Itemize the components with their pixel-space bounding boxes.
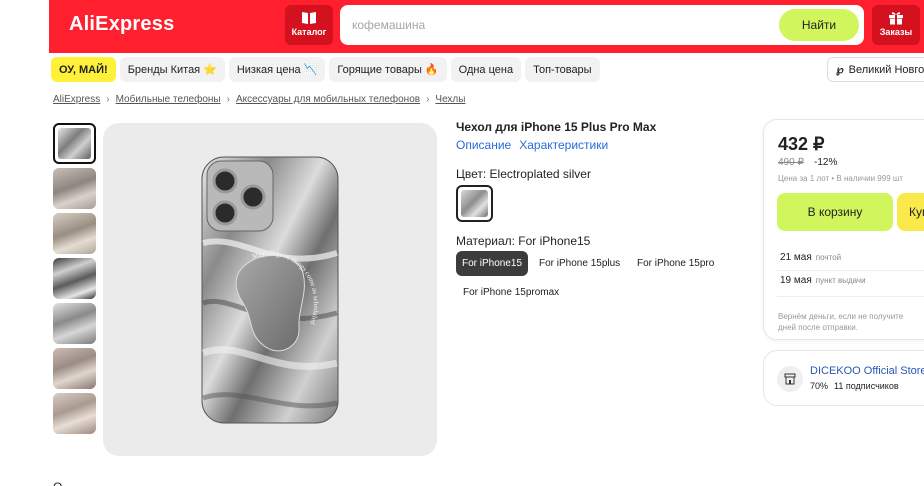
promo-chip-label: Одна цена — [458, 63, 514, 76]
divider — [777, 270, 924, 271]
book-icon — [302, 12, 316, 24]
breadcrumb-link-accessories[interactable]: Аксессуары для мобильных телефонов — [236, 94, 420, 105]
orders-button[interactable]: Заказы — [872, 5, 920, 45]
main-product-image[interactable]: May all good things come as scheduled — [103, 123, 437, 456]
chevron-right-icon: › — [226, 94, 230, 105]
material-label: Материал: For iPhone15 — [456, 234, 591, 248]
thumbnail-image — [53, 258, 96, 299]
chevron-right-icon: › — [106, 94, 110, 105]
chevron-right-icon: › — [426, 94, 430, 105]
store-name[interactable]: DICEKOO Official Store — [810, 365, 924, 377]
phone-case-image: May all good things come as scheduled — [201, 156, 339, 424]
promo-nav: ОУ, МАЙ! Бренды Китая ⭐ Низкая цена 📉 Горя… — [51, 57, 600, 82]
thumbnail-4[interactable] — [53, 258, 96, 299]
store-rating: 70% — [810, 381, 829, 391]
material-option-iphone15promax[interactable]: For iPhone 15promax — [457, 280, 566, 305]
store-icon — [777, 366, 803, 392]
material-option-iphone15[interactable]: For iPhone15 — [456, 251, 529, 276]
promo-chip-hot-deals[interactable]: Горящие товары 🔥 — [329, 57, 447, 82]
thumbnail-image — [53, 213, 96, 254]
thumbnail-6[interactable] — [53, 348, 96, 389]
thumbnail-image — [58, 128, 91, 159]
money-back-guarantee: Вернём деньги, если не получите дней пос… — [778, 311, 924, 333]
search-input[interactable] — [352, 15, 772, 35]
promo-chip-one-price[interactable]: Одна цена — [450, 57, 522, 82]
breadcrumb-link-phones[interactable]: Мобильные телефоны — [116, 94, 221, 105]
promo-chip-low-price[interactable]: Низкая цена 📉 — [228, 57, 326, 82]
product-tabs: Описание Характеристики — [456, 138, 608, 152]
tab-specifications[interactable]: Характеристики — [519, 138, 608, 152]
catalog-label: Каталог — [291, 27, 327, 37]
delivery-date: 21 мая — [780, 252, 812, 263]
buy-now-button[interactable]: Купить — [897, 193, 924, 231]
material-option-iphone15plus[interactable]: For iPhone 15plus — [533, 251, 627, 276]
old-price: 490 ₽ — [778, 157, 804, 168]
current-price: 432 ₽ — [778, 134, 825, 154]
thumbnail-image — [53, 348, 96, 389]
breadcrumb-link-cases[interactable]: Чехлы — [435, 94, 465, 105]
store-card[interactable]: DICEKOO Official Store 70% 11 подписчиков — [763, 350, 924, 406]
delivery-method: пункт выдачи — [815, 276, 866, 285]
promo-chip-label: Бренды Китая — [127, 63, 201, 76]
delivery-date: 19 мая — [780, 275, 812, 286]
divider — [777, 296, 924, 297]
search-box: Найти — [340, 5, 864, 45]
thumbnail-2[interactable] — [53, 168, 96, 209]
promo-chip-china-brands[interactable]: Бренды Китая ⭐ — [119, 57, 225, 82]
store-subscribers: 11 подписчиков — [834, 381, 899, 391]
guarantee-line-2: дней после отправки. — [778, 323, 858, 332]
promo-chip-oh-may[interactable]: ОУ, МАЙ! — [51, 57, 116, 82]
promo-chip-top-products[interactable]: Топ-товары — [525, 57, 600, 82]
aliexpress-logo[interactable]: AliExpress — [69, 13, 174, 36]
top-header: AliExpress Каталог Найти Заказы — [49, 0, 924, 53]
breadcrumb-link-home[interactable]: AliExpress — [53, 94, 100, 105]
breadcrumb: AliExpress › Мобильные телефоны › Аксесс… — [53, 94, 465, 105]
discount-badge: -12% — [814, 157, 838, 168]
catalog-button[interactable]: Каталог — [285, 5, 333, 45]
thumbnail-image — [53, 393, 96, 434]
search-button[interactable]: Найти — [779, 9, 859, 41]
gift-box-icon — [889, 12, 903, 25]
store-stats: 70% 11 подписчиков — [810, 381, 899, 391]
chart-down-icon: 📉 — [303, 64, 318, 76]
orders-label: Заказы — [879, 27, 913, 37]
tab-description[interactable]: Описание — [456, 138, 511, 152]
product-title: Чехол для iPhone 15 Plus Pro Max — [456, 120, 657, 134]
star-icon: ⭐ — [203, 64, 217, 76]
add-to-cart-button[interactable]: В корзину — [777, 193, 893, 231]
promo-chip-label: ОУ, МАЙ! — [59, 63, 108, 76]
color-swatch-electroplated-silver[interactable] — [456, 185, 493, 222]
thumbnail-1[interactable] — [53, 123, 96, 164]
lot-info: Цена за 1 лот • В наличии 999 шт — [778, 174, 903, 183]
promo-chip-label: Горящие товары — [337, 63, 422, 76]
promo-chip-label: Топ-товары — [533, 63, 592, 76]
thumbnail-image — [53, 168, 96, 209]
thumbnail-gallery — [53, 123, 96, 438]
city-selector[interactable]: ℘ Великий Новгород — [827, 57, 924, 82]
delivery-method: почтой — [815, 253, 842, 262]
delivery-option-pickup[interactable]: 19 мая пункт выдачи — [780, 275, 866, 286]
thumbnail-image — [53, 303, 96, 344]
section-heading-partial: О — [53, 480, 62, 486]
color-label: Цвет: Electroplated silver — [456, 167, 591, 181]
fire-icon: 🔥 — [424, 64, 439, 76]
guarantee-line-1: Вернём деньги, если не получите — [778, 312, 904, 321]
promo-chip-label: Низкая цена — [236, 63, 301, 76]
buy-box: 432 ₽ 490 ₽ -12% Цена за 1 лот • В налич… — [763, 119, 924, 340]
delivery-option-post[interactable]: 21 мая почтой — [780, 252, 841, 263]
thumbnail-5[interactable] — [53, 303, 96, 344]
location-pin-icon: ℘ — [836, 64, 844, 76]
material-option-iphone15pro[interactable]: For iPhone 15pro — [631, 251, 721, 276]
color-swatch-image — [461, 190, 488, 217]
thumbnail-7[interactable] — [53, 393, 96, 434]
thumbnail-3[interactable] — [53, 213, 96, 254]
city-label: Великий Новгород — [848, 63, 924, 76]
